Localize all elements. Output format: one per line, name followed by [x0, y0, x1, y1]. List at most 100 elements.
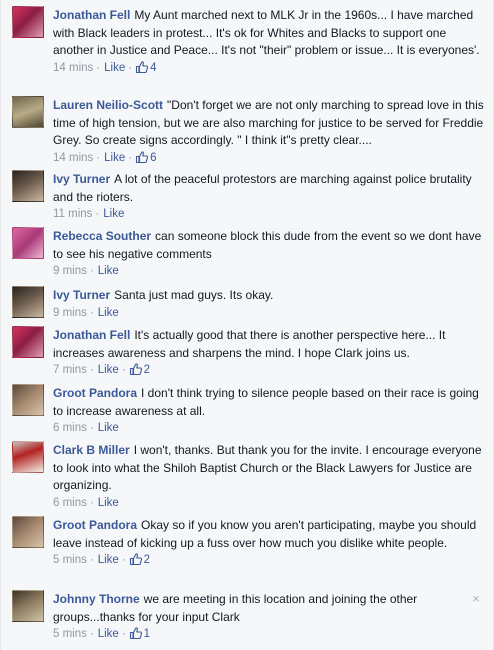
- comment-author-link[interactable]: Groot Pandora: [53, 386, 137, 400]
- comment-text: Clark B Miller I won't, thanks. But thank…: [53, 441, 487, 495]
- separator-dot: ·: [128, 61, 133, 74]
- comment-author-link[interactable]: Lauren Neilio-Scott: [53, 98, 163, 112]
- comment-meta: 11 mins · Like: [53, 206, 487, 223]
- comment-meta: 14 mins · Like · 6: [53, 150, 487, 167]
- comment-author-link[interactable]: Clark B Miller: [53, 443, 130, 457]
- separator-dot: ·: [89, 306, 94, 319]
- comment-timestamp[interactable]: 5 mins: [53, 554, 87, 566]
- comment-author-link[interactable]: Jonathan Fell: [53, 328, 130, 342]
- like-button[interactable]: Like: [98, 554, 119, 566]
- separator-dot: ·: [89, 496, 94, 509]
- comment-item: Ivy Turner A lot of the peaceful protesto…: [1, 170, 494, 223]
- like-button[interactable]: Like: [98, 265, 119, 277]
- comment-author-link[interactable]: Rebecca Souther: [53, 229, 151, 243]
- comment-item: Groot Pandora I don't think trying to sil…: [1, 384, 494, 437]
- avatar[interactable]: [12, 170, 44, 202]
- separator-dot: ·: [89, 554, 94, 567]
- comment-text: Lauren Neilio-Scott "Don't forget we are …: [53, 96, 487, 150]
- comment-item: Groot Pandora Okay so if you know you are…: [1, 516, 494, 569]
- comment-author-link[interactable]: Jonathan Fell: [53, 8, 130, 22]
- thumbs-up-icon: [136, 151, 149, 163]
- comment-meta: 5 mins · Like · 2: [53, 552, 487, 569]
- like-count[interactable]: 2: [129, 362, 150, 379]
- close-icon[interactable]: ×: [471, 592, 481, 605]
- comment-item: Rebecca Souther can someone block this du…: [1, 227, 494, 280]
- avatar[interactable]: [12, 516, 44, 548]
- avatar[interactable]: [12, 326, 44, 358]
- like-button[interactable]: Like: [103, 208, 124, 220]
- comment-timestamp[interactable]: 7 mins: [53, 364, 87, 376]
- comment-meta: 14 mins · Like · 4: [53, 60, 487, 77]
- like-count[interactable]: 2: [129, 552, 150, 569]
- separator-dot: ·: [89, 364, 94, 377]
- avatar[interactable]: [12, 384, 44, 416]
- like-count-value: 6: [150, 151, 157, 164]
- comment-timestamp[interactable]: 11 mins: [53, 208, 92, 220]
- separator-dot: ·: [89, 422, 94, 435]
- like-count-value: 2: [143, 364, 151, 377]
- avatar[interactable]: [12, 96, 44, 128]
- like-button[interactable]: Like: [98, 628, 119, 640]
- comment-item: Jonathan Fell My Aunt marched next to MLK…: [1, 6, 494, 77]
- comment-item: Johnny Thorne we are meeting in this loca…: [1, 590, 494, 643]
- comment-meta: 6 mins · Like: [53, 420, 487, 437]
- separator-dot: ·: [121, 628, 126, 641]
- comment-list: Jonathan Fell My Aunt marched next to MLK…: [0, 0, 494, 650]
- thumbs-up-icon: [129, 553, 142, 566]
- like-button[interactable]: Like: [98, 497, 119, 509]
- comment-text: Rebecca Souther can someone block this du…: [53, 227, 487, 263]
- like-count-value: 2: [143, 554, 151, 567]
- comment-meta: 6 mins · Like: [53, 495, 487, 512]
- like-count[interactable]: 4: [135, 60, 156, 77]
- comment-timestamp[interactable]: 5 mins: [53, 628, 87, 640]
- separator-dot: ·: [95, 208, 100, 221]
- separator-dot: ·: [128, 151, 133, 164]
- comment-timestamp[interactable]: 9 mins: [53, 307, 87, 319]
- comment-timestamp[interactable]: 6 mins: [53, 497, 87, 509]
- avatar[interactable]: [12, 286, 44, 318]
- separator-dot: ·: [121, 554, 126, 567]
- avatar[interactable]: [12, 441, 44, 473]
- comment-text: Johnny Thorne we are meeting in this loca…: [53, 590, 487, 626]
- comment-author-link[interactable]: Groot Pandora: [53, 518, 137, 532]
- comment-timestamp[interactable]: 6 mins: [53, 422, 87, 434]
- avatar[interactable]: [12, 227, 44, 259]
- comment-item: Lauren Neilio-Scott "Don't forget we are …: [1, 96, 494, 167]
- comment-body: A lot of the peaceful protestors are mar…: [53, 172, 472, 204]
- comment-meta: 5 mins · Like · 1: [53, 626, 487, 643]
- like-button[interactable]: Like: [104, 62, 125, 74]
- comment-item: Jonathan Fell It's actually good that the…: [1, 326, 494, 379]
- separator-dot: ·: [96, 61, 101, 74]
- like-count-value: 1: [143, 628, 151, 641]
- comment-timestamp[interactable]: 9 mins: [53, 265, 87, 277]
- like-count[interactable]: 1: [129, 626, 150, 643]
- comment-text: Jonathan Fell My Aunt marched next to MLK…: [53, 6, 487, 60]
- comment-text: Groot Pandora I don't think trying to sil…: [53, 384, 487, 420]
- separator-dot: ·: [89, 265, 94, 278]
- comment-author-link[interactable]: Ivy Turner: [53, 172, 110, 186]
- comment-author-link[interactable]: Johnny Thorne: [53, 592, 140, 606]
- comment-item: Clark B Miller I won't, thanks. But thank…: [1, 441, 494, 512]
- comment-text: Ivy Turner Santa just mad guys. Its okay.: [53, 286, 487, 305]
- separator-dot: ·: [121, 364, 126, 377]
- comment-text: Groot Pandora Okay so if you know you are…: [53, 516, 487, 552]
- like-button[interactable]: Like: [98, 307, 119, 319]
- comment-meta: 7 mins · Like · 2: [53, 362, 487, 379]
- like-button[interactable]: Like: [98, 364, 119, 376]
- comment-text: Jonathan Fell It's actually good that the…: [53, 326, 487, 362]
- like-button[interactable]: Like: [98, 422, 119, 434]
- comment-author-link[interactable]: Ivy Turner: [53, 288, 110, 302]
- thumbs-up-icon: [136, 61, 149, 73]
- thumbs-up-icon: [129, 363, 142, 376]
- comment-timestamp[interactable]: 14 mins: [53, 62, 93, 74]
- avatar[interactable]: [12, 6, 44, 38]
- like-count[interactable]: 6: [135, 150, 156, 167]
- comment-timestamp[interactable]: 14 mins: [53, 152, 93, 164]
- comment-text: Ivy Turner A lot of the peaceful protesto…: [53, 170, 487, 206]
- comment-meta: 9 mins · Like: [53, 263, 487, 280]
- thumbs-up-icon: [129, 627, 142, 640]
- comment-item: Ivy Turner Santa just mad guys. Its okay.…: [1, 286, 494, 322]
- avatar[interactable]: [12, 590, 44, 622]
- comment-body: Santa just mad guys. Its okay.: [114, 288, 274, 302]
- like-button[interactable]: Like: [104, 152, 125, 164]
